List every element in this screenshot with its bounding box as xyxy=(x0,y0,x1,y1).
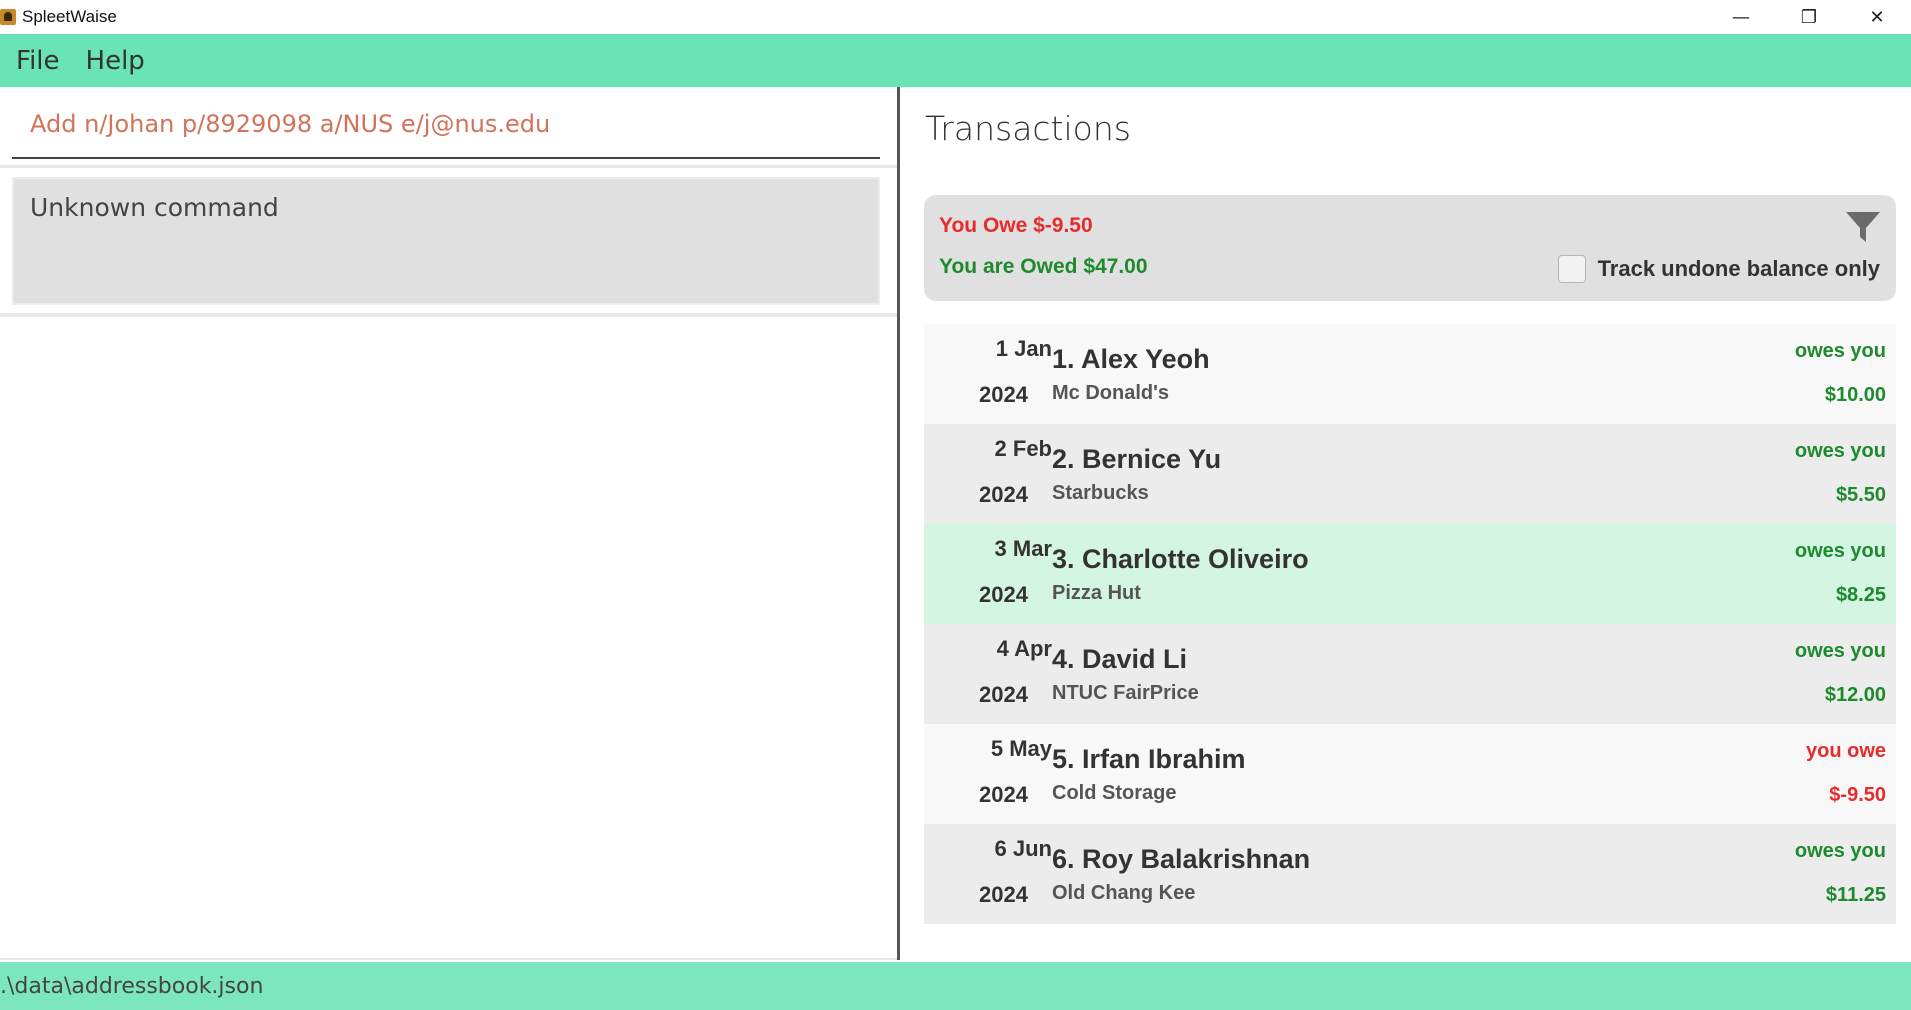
transactions-heading: Transactions xyxy=(925,109,1131,148)
close-icon: ✕ xyxy=(1869,6,1885,28)
divider xyxy=(0,313,897,317)
window-controls: — ❐ ✕ xyxy=(1707,0,1911,34)
command-pane: Unknown command xyxy=(0,87,900,960)
transactions-pane: Transactions You Owe $-9.50 You are Owed… xyxy=(900,87,1911,960)
transaction-day: 4 Apr xyxy=(996,636,1052,661)
transaction-row[interactable]: 2 Feb 2024 2. Bernice Yu Starbucks owes … xyxy=(924,424,1896,524)
menu-file[interactable]: File xyxy=(16,46,60,76)
filter-icon[interactable] xyxy=(1844,209,1882,247)
minimize-icon: — xyxy=(1732,6,1750,28)
result-text: Unknown command xyxy=(30,193,279,222)
transaction-row[interactable]: 4 Apr 2024 4. David Li NTUC FairPrice ow… xyxy=(924,624,1896,724)
track-undone-label: Track undone balance only xyxy=(1597,256,1880,281)
transaction-amount: $5.50 xyxy=(1835,484,1886,506)
transaction-person: 4. David Li xyxy=(1052,644,1188,674)
transaction-description: Old Chang Kee xyxy=(1052,882,1196,904)
transaction-person: 1. Alex Yeoh xyxy=(1052,344,1210,374)
transaction-row[interactable]: 5 May 2024 5. Irfan Ibrahim Cold Storage… xyxy=(924,724,1896,824)
transaction-day: 5 May xyxy=(990,736,1052,761)
balance-summary: You Owe $-9.50 You are Owed $47.00 Track… xyxy=(924,195,1896,301)
transaction-description: NTUC FairPrice xyxy=(1052,682,1199,704)
transaction-description: Pizza Hut xyxy=(1052,582,1141,604)
transaction-status: you owe xyxy=(1805,740,1886,762)
transaction-person: 6. Roy Balakrishnan xyxy=(1052,844,1311,874)
command-box xyxy=(12,89,880,159)
transaction-amount: $-9.50 xyxy=(1829,784,1886,806)
transaction-person: 3. Charlotte Oliveiro xyxy=(1052,544,1309,574)
minimize-button[interactable]: — xyxy=(1707,0,1775,34)
transaction-status: owes you xyxy=(1794,340,1886,362)
transaction-day: 1 Jan xyxy=(995,336,1052,361)
restore-button[interactable]: ❐ xyxy=(1775,0,1843,34)
transaction-amount: $8.25 xyxy=(1835,584,1886,606)
save-location-path: .\data\addressbook.json xyxy=(0,973,264,999)
transaction-row[interactable]: 6 Jun 2024 6. Roy Balakrishnan Old Chang… xyxy=(924,824,1896,924)
transaction-description: Starbucks xyxy=(1052,482,1149,504)
transaction-amount: $12.00 xyxy=(1824,684,1886,706)
transaction-person: 5. Irfan Ibrahim xyxy=(1052,744,1246,774)
divider xyxy=(0,165,897,168)
close-button[interactable]: ✕ xyxy=(1843,0,1911,34)
transaction-status: owes you xyxy=(1794,840,1886,862)
transaction-year: 2024 xyxy=(979,682,1028,707)
transaction-year: 2024 xyxy=(979,882,1028,907)
transaction-year: 2024 xyxy=(979,382,1028,407)
transaction-year: 2024 xyxy=(979,582,1028,607)
transaction-row[interactable]: 1 Jan 2024 1. Alex Yeoh Mc Donald's owes… xyxy=(924,324,1896,424)
transaction-row[interactable]: 3 Mar 2024 3. Charlotte Oliveiro Pizza H… xyxy=(924,524,1896,624)
you-are-owed-total: You are Owed $47.00 xyxy=(939,255,1148,278)
status-bar: .\data\addressbook.json xyxy=(0,962,1911,1010)
window-title-bar: SpleetWaise — ❐ ✕ xyxy=(0,0,1911,34)
transaction-amount: $11.25 xyxy=(1825,884,1886,906)
command-input[interactable] xyxy=(28,109,872,139)
transaction-year: 2024 xyxy=(979,782,1028,807)
window-title: SpleetWaise xyxy=(22,7,117,26)
transaction-amount: $10.00 xyxy=(1824,384,1886,406)
transaction-person: 2. Bernice Yu xyxy=(1052,444,1222,474)
transaction-day: 3 Mar xyxy=(994,536,1052,561)
menu-bar: File Help xyxy=(0,34,1911,87)
track-undone-toggle[interactable]: Track undone balance only xyxy=(1557,255,1880,283)
transaction-description: Cold Storage xyxy=(1052,782,1177,804)
transaction-day: 2 Feb xyxy=(994,436,1052,461)
app-icon xyxy=(0,9,16,25)
transaction-status: owes you xyxy=(1794,440,1886,462)
transaction-status: owes you xyxy=(1794,540,1886,562)
transaction-description: Mc Donald's xyxy=(1052,382,1169,404)
transaction-list: 1 Jan 2024 1. Alex Yeoh Mc Donald's owes… xyxy=(924,324,1896,924)
menu-help[interactable]: Help xyxy=(86,46,145,76)
track-undone-checkbox[interactable] xyxy=(1557,255,1586,283)
transaction-year: 2024 xyxy=(979,482,1028,507)
result-display: Unknown command xyxy=(12,177,880,305)
transaction-status: owes you xyxy=(1794,640,1886,662)
divider xyxy=(0,958,897,960)
you-owe-total: You Owe $-9.50 xyxy=(939,214,1093,237)
restore-icon: ❐ xyxy=(1800,6,1818,28)
transaction-day: 6 Jun xyxy=(994,836,1052,861)
